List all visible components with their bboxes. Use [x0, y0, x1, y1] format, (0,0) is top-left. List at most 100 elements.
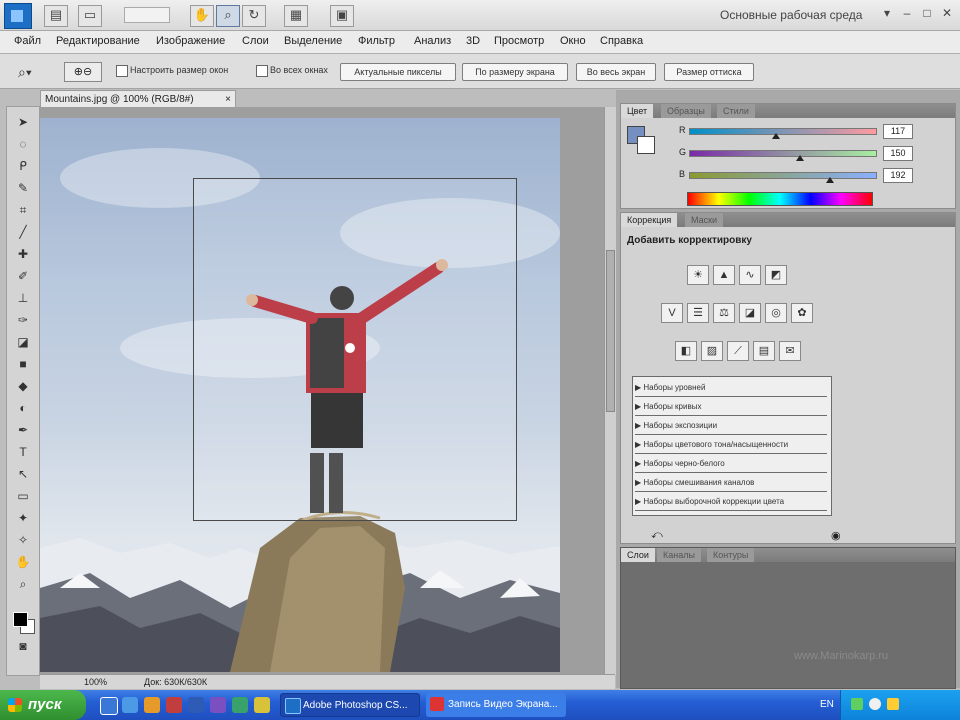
brush-tool-icon[interactable]: ✐ — [11, 267, 35, 285]
lasso-tool-icon[interactable]: ᑭ — [11, 157, 35, 175]
status-zoom[interactable]: 100% — [84, 675, 107, 689]
opera-icon[interactable] — [166, 697, 182, 713]
zoom-tool-icon[interactable]: ⌕ — [11, 575, 35, 593]
selective-color-icon[interactable]: ✉ — [779, 341, 801, 361]
move-tool-icon[interactable]: ➤ — [11, 113, 35, 131]
photo-filter-icon[interactable]: ◎ — [765, 303, 787, 323]
preset-item[interactable]: ▶ Наборы выборочной коррекции цвета — [635, 493, 827, 511]
path-select-tool-icon[interactable]: ↖ — [11, 465, 35, 483]
invert-icon[interactable]: ◧ — [675, 341, 697, 361]
close-button[interactable]: ✕ — [938, 6, 956, 22]
scrollbar-thumb[interactable] — [606, 250, 615, 412]
tab-swatches[interactable]: Образцы — [661, 104, 711, 118]
tab-masks[interactable]: Маски — [685, 213, 724, 227]
menu-3d[interactable]: 3D — [466, 35, 480, 47]
tab-styles[interactable]: Стили — [717, 104, 755, 118]
crop-tool-icon[interactable]: ⌗ — [11, 201, 35, 219]
zoom-tool-preset-icon[interactable]: ⌕▾ — [18, 64, 32, 81]
start-button[interactable]: пуск — [0, 690, 86, 720]
network-icon[interactable] — [851, 698, 863, 710]
fit-screen-button[interactable]: По размеру экрана — [462, 63, 568, 81]
tab-channels[interactable]: Каналы — [657, 548, 701, 562]
player-icon[interactable] — [210, 697, 226, 713]
explorer-icon[interactable] — [122, 697, 138, 713]
hand-tool-icon[interactable]: ✋ — [11, 553, 35, 571]
firefox-icon[interactable] — [144, 697, 160, 713]
color-ramp[interactable] — [687, 192, 873, 206]
channel-mixer-icon[interactable]: ✿ — [791, 303, 813, 323]
3d-camera-tool-icon[interactable]: ✧ — [11, 531, 35, 549]
bridge-button[interactable]: ▤ — [44, 5, 68, 27]
fill-screen-button[interactable]: Во весь экран — [576, 63, 656, 81]
menu-layers[interactable]: Слои — [242, 35, 269, 47]
eraser-tool-icon[interactable]: ◪ — [11, 333, 35, 351]
arrange-documents-button[interactable]: ▦ — [284, 5, 308, 27]
menu-help[interactable]: Справка — [600, 35, 643, 47]
show-desktop-icon[interactable] — [100, 697, 118, 715]
dodge-tool-icon[interactable]: ◐ — [11, 399, 35, 417]
messenger-icon[interactable] — [232, 697, 248, 713]
task-screen-recorder[interactable]: Запись Видео Экрана... — [426, 693, 566, 717]
menu-view[interactable]: Просмотр — [494, 35, 544, 47]
quick-mask-icon[interactable]: ◙ — [11, 637, 35, 655]
threshold-icon[interactable]: ⟋ — [727, 341, 749, 361]
menu-file[interactable]: Файл — [14, 35, 41, 47]
preset-item[interactable]: ▶ Наборы черно-белого — [635, 455, 827, 473]
zoom-tool-button[interactable]: ⌕ — [216, 5, 240, 27]
menu-analysis[interactable]: Анализ — [414, 35, 451, 47]
ie-icon[interactable] — [188, 697, 204, 713]
background-color-chip[interactable] — [637, 136, 655, 154]
marquee-tool-icon[interactable]: ◌ — [11, 135, 35, 153]
clone-stamp-tool-icon[interactable]: ⊥ — [11, 289, 35, 307]
preset-item[interactable]: ▶ Наборы кривых — [635, 398, 827, 416]
preset-item[interactable]: ▶ Наборы смешивания каналов — [635, 474, 827, 492]
black-white-icon[interactable]: ◪ — [739, 303, 761, 323]
tab-paths[interactable]: Контуры — [707, 548, 755, 562]
zoom-in-out-toggle[interactable]: ⊕⊖ — [64, 62, 102, 82]
workspace-dropdown-icon[interactable]: ▾ — [878, 6, 896, 22]
levels-icon[interactable]: ▲ — [713, 265, 735, 285]
crop-selection[interactable] — [193, 178, 517, 521]
rotate-view-button[interactable]: ↻ — [242, 5, 266, 27]
maximize-button[interactable]: □ — [918, 6, 936, 22]
eyedropper-tool-icon[interactable]: ╱ — [11, 223, 35, 241]
pen-tool-icon[interactable]: ✒ — [11, 421, 35, 439]
minimize-button[interactable]: – — [898, 6, 916, 22]
folder-icon[interactable] — [254, 697, 270, 713]
resize-windows-checkbox[interactable] — [116, 65, 128, 77]
tab-adjustments[interactable]: Коррекция — [621, 213, 678, 227]
zoom-level-dropdown[interactable] — [124, 7, 170, 23]
language-indicator[interactable]: EN — [820, 699, 834, 710]
preset-item[interactable]: ▶ Наборы экспозиции — [635, 417, 827, 435]
menu-filter[interactable]: Фильтр — [358, 35, 395, 47]
tab-color[interactable]: Цвет — [621, 104, 654, 118]
posterize-icon[interactable]: ▨ — [701, 341, 723, 361]
return-icon[interactable]: ⤺ — [651, 529, 663, 542]
exposure-icon[interactable]: ◩ — [765, 265, 787, 285]
menu-window[interactable]: Окно — [560, 35, 586, 47]
channel-value-g[interactable]: 150 — [883, 146, 913, 161]
image-canvas[interactable] — [40, 118, 560, 672]
channel-slider-r[interactable] — [689, 128, 877, 135]
channel-slider-g[interactable] — [689, 150, 877, 157]
channel-slider-thumb[interactable] — [771, 133, 780, 139]
brightness-icon[interactable]: ☀ — [687, 265, 709, 285]
channel-slider-thumb[interactable] — [795, 155, 804, 161]
gradient-tool-icon[interactable]: ■ — [11, 355, 35, 373]
menu-image[interactable]: Изображение — [156, 35, 225, 47]
clip-layer-icon[interactable]: ◉ — [831, 529, 841, 542]
healing-brush-tool-icon[interactable]: ✚ — [11, 245, 35, 263]
quick-select-tool-icon[interactable]: ✎ — [11, 179, 35, 197]
curves-icon[interactable]: ∿ — [739, 265, 761, 285]
preset-item[interactable]: ▶ Наборы цветового тона/насыщенности — [635, 436, 827, 454]
type-tool-icon[interactable]: T — [11, 443, 35, 461]
channel-value-b[interactable]: 192 — [883, 168, 913, 183]
channel-slider-b[interactable] — [689, 172, 877, 179]
foreground-color-swatch[interactable] — [13, 612, 28, 627]
hand-tool-button[interactable]: ✋ — [190, 5, 214, 27]
print-size-button[interactable]: Размер оттиска — [664, 63, 754, 81]
channel-value-r[interactable]: 117 — [883, 124, 913, 139]
close-document-icon[interactable]: × — [225, 91, 231, 107]
blur-tool-icon[interactable]: ◆ — [11, 377, 35, 395]
history-brush-tool-icon[interactable]: ✑ — [11, 311, 35, 329]
